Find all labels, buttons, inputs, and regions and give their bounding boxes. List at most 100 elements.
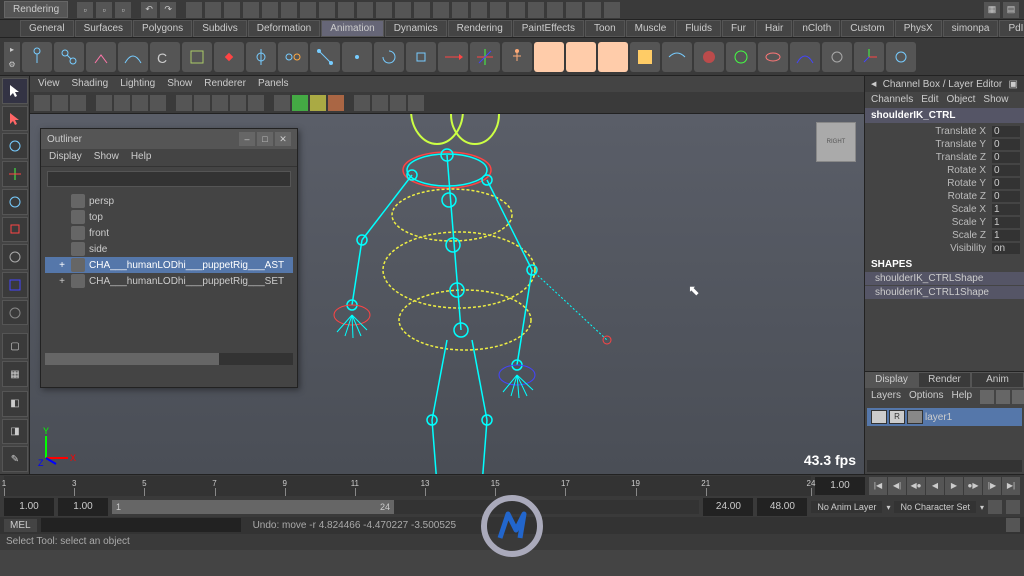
step-back-button[interactable]: ◀| [888,477,906,495]
paint-select-icon[interactable] [224,2,240,18]
view-menu-panels[interactable]: Panels [258,78,289,90]
shelf-blend-icon[interactable] [630,42,660,72]
snap-live-icon[interactable] [376,2,392,18]
scale-tool-icon[interactable] [281,2,297,18]
attr-value-field[interactable]: 0 [992,152,1020,163]
range-start-field[interactable]: 1.00 [58,498,108,516]
module-tab-subdivs[interactable]: Subdivs [193,20,247,37]
redo-icon[interactable]: ↷ [160,2,176,18]
render-settings-icon[interactable] [452,2,468,18]
view-cube[interactable]: RIGHT [816,122,856,162]
play-back-button[interactable]: ◀ [926,477,944,495]
shelf-aim-icon[interactable] [438,42,468,72]
workspace-dropdown[interactable]: Rendering [4,1,68,18]
cb-menu-channels[interactable]: Channels [871,94,913,106]
snap-grid-icon[interactable] [300,2,316,18]
outliner-titlebar[interactable]: Outliner – □ ✕ [41,129,297,149]
current-frame-field[interactable]: 1.00 [815,477,865,495]
outliner-item[interactable]: +CHA___humanLODhi___puppetRig___AST [45,257,293,273]
cb-menu-show[interactable]: Show [983,94,1008,106]
outliner-item[interactable]: front [45,225,293,241]
module-tab-fur[interactable]: Fur [722,20,755,37]
manip-tool[interactable] [2,244,28,270]
view-motion-icon[interactable] [390,95,406,111]
expand-icon[interactable]: + [57,260,67,271]
shelf-menu-icon[interactable]: ⚙ [8,60,15,69]
view-menu-shading[interactable]: Shading [72,78,109,90]
outliner-search-input[interactable] [47,171,291,187]
file-open-icon[interactable]: ▫ [96,2,112,18]
close-button[interactable]: ✕ [275,132,291,146]
shelf-humanik-icon[interactable] [502,42,532,72]
attr-value-field[interactable]: on [992,243,1020,254]
view-ao-icon[interactable] [372,95,388,111]
module-tab-surfaces[interactable]: Surfaces [75,20,132,37]
shelf-ik-icon[interactable] [86,42,116,72]
shelf-setdriven-icon[interactable] [246,42,276,72]
view-wireframe-icon[interactable] [176,95,192,111]
layer-menu-help[interactable]: Help [951,390,972,404]
shelf-cluster-icon[interactable]: C [150,42,180,72]
layer-tab-anim[interactable]: Anim [971,372,1024,388]
view-light-icon[interactable] [230,95,246,111]
shelf-point-icon[interactable] [342,42,372,72]
view-shadow-icon[interactable] [248,95,264,111]
module-tab-polygons[interactable]: Polygons [133,20,192,37]
view-gate-icon[interactable] [114,95,130,111]
maximize-button[interactable]: □ [257,132,273,146]
module-tab-custom[interactable]: Custom [841,20,893,37]
file-new-icon[interactable]: ▫ [77,2,93,18]
shelf-ikspline-icon[interactable] [118,42,148,72]
scale-tool[interactable] [2,217,28,243]
attr-value-field[interactable]: 0 [992,139,1020,150]
soft-tool[interactable] [2,272,28,298]
step-fwd-button[interactable]: |▶ [983,477,1001,495]
attr-value-field[interactable]: 0 [992,191,1020,202]
shelf-face2-icon[interactable] [566,42,596,72]
select-mode-icon[interactable] [186,2,202,18]
history-icon[interactable] [395,2,411,18]
snap-curve-icon[interactable] [319,2,335,18]
layer-add-icon[interactable] [996,390,1010,404]
shelf-pole-icon[interactable] [470,42,500,72]
layer-menu-layers[interactable]: Layers [871,390,901,404]
layer-hscroll[interactable] [867,460,1022,472]
view-menu-show[interactable]: Show [167,78,192,90]
play-fwd-button[interactable]: ▶ [945,477,963,495]
minimize-button[interactable]: – [239,132,255,146]
view-safe-icon[interactable] [150,95,166,111]
paint-tool[interactable] [2,133,28,159]
view-menu-lighting[interactable]: Lighting [120,78,155,90]
outliner-item[interactable]: top [45,209,293,225]
shelf-misc-icon[interactable] [886,42,916,72]
layer-color-swatch[interactable] [907,410,923,424]
lasso-icon[interactable] [205,2,221,18]
shelf-motion-icon[interactable] [790,42,820,72]
shelf-ghost-icon[interactable] [822,42,852,72]
move-tool-icon[interactable] [243,2,259,18]
layer-vis-toggle[interactable] [871,410,887,424]
move-tool[interactable] [2,161,28,187]
four-view[interactable]: ▦ [2,361,28,387]
shelf-orient-icon[interactable] [374,42,404,72]
outliner-item[interactable]: side [45,241,293,257]
layer-row[interactable]: R layer1 [867,408,1022,426]
outliner-menu-help[interactable]: Help [131,151,152,164]
outer-end-field[interactable]: 48.00 [757,498,807,516]
view-xray-icon[interactable] [292,95,308,111]
view-menu-view[interactable]: View [38,78,60,90]
anim-layer-dropdown[interactable]: No Anim Layer [811,501,882,513]
channel-node-name[interactable]: shoulderIK_CTRL [865,108,1024,123]
attr-value-field[interactable]: 0 [992,126,1020,137]
view-grid-icon[interactable] [96,95,112,111]
view-bookmark-icon[interactable] [52,95,68,111]
time-ruler[interactable]: 1357911131517192124 [4,476,811,496]
view-isolate-icon[interactable] [274,95,290,111]
expand-icon[interactable]: + [57,276,67,287]
module-tab-hair[interactable]: Hair [756,20,792,37]
go-start-button[interactable]: |◀ [869,477,887,495]
module-tab-deformation[interactable]: Deformation [248,20,320,37]
outliner-item[interactable]: persp [45,193,293,209]
outliner-menu-display[interactable]: Display [49,151,82,164]
shelf-parent-icon[interactable] [310,42,340,72]
